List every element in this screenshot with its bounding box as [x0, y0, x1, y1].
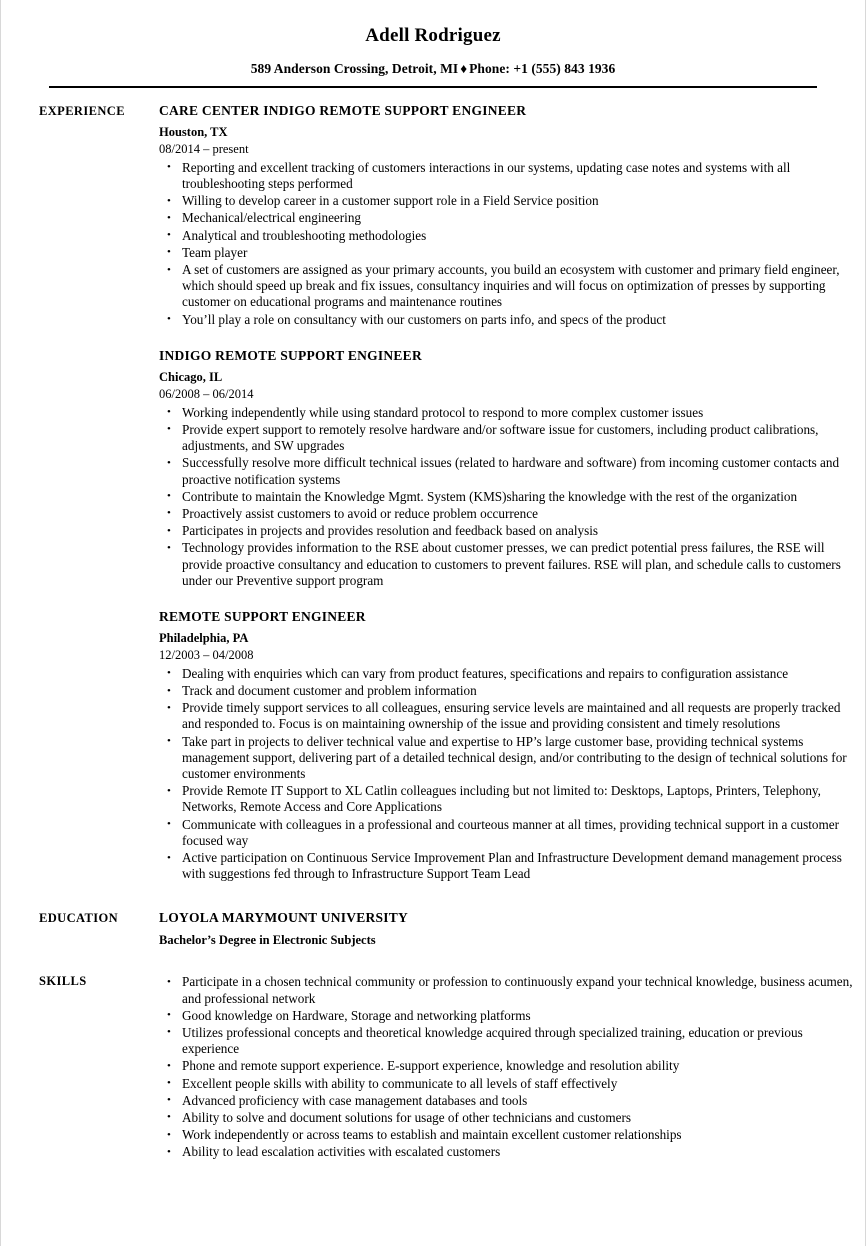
- experience-section: EXPERIENCE CARE CENTER INDIGO REMOTE SUP…: [1, 103, 865, 883]
- bullet-item: Communicate with colleagues in a profess…: [159, 816, 853, 849]
- job-bullets: Working independently while using standa…: [159, 404, 853, 589]
- job-title: CARE CENTER INDIGO REMOTE SUPPORT ENGINE…: [159, 102, 527, 118]
- job-title: REMOTE SUPPORT ENGINEER: [159, 608, 366, 624]
- experience-body: CARE CENTER INDIGO REMOTE SUPPORT ENGINE…: [159, 103, 853, 883]
- skills-bullets: Participate in a chosen technical commun…: [159, 974, 853, 1161]
- bullet-item: Provide timely support services to all c…: [159, 700, 853, 732]
- job-dates: 12/2003 – 04/2008: [159, 647, 254, 662]
- candidate-contact-line: 589 Anderson Crossing, Detroit, MI ♦ Phone…: [1, 61, 865, 77]
- skills-body: Participate in a chosen technical commun…: [159, 973, 853, 1161]
- job-entry: CARE CENTER INDIGO REMOTE SUPPORT ENGINE…: [159, 103, 853, 328]
- section-label-education: EDUCATION: [39, 911, 119, 926]
- bullet-item: Ability to lead escalation activities wi…: [159, 1144, 853, 1161]
- bullet-item: A set of customers are assigned as your …: [159, 262, 853, 311]
- bullet-item: Proactively assist customers to avoid or…: [159, 505, 853, 522]
- job-title: INDIGO REMOTE SUPPORT ENGINEER: [159, 347, 422, 363]
- bullet-item: Successfully resolve more difficult tech…: [159, 455, 853, 487]
- bullet-item: Mechanical/electrical engineering: [159, 210, 853, 227]
- bullet-item: Excellent people skills with ability to …: [159, 1075, 853, 1092]
- skills-section: SKILLS Participate in a chosen technical…: [1, 973, 865, 1161]
- bullet-item: Participate in a chosen technical commun…: [159, 974, 853, 1006]
- job-dates: 08/2014 – present: [159, 141, 249, 156]
- candidate-name: Adell Rodriguez: [365, 25, 501, 46]
- bullet-item: Take part in projects to deliver technic…: [159, 733, 853, 783]
- candidate-phone: Phone: +1 (555) 843 1936: [469, 60, 616, 76]
- section-label-skills: SKILLS: [39, 974, 87, 989]
- section-label-experience: EXPERIENCE: [39, 103, 125, 118]
- job-bullets: Reporting and excellent tracking of cust…: [159, 159, 853, 328]
- bullet-item: Provide expert support to remotely resol…: [159, 421, 853, 454]
- bullet-item: Willing to develop career in a customer …: [159, 193, 853, 210]
- bullet-item: Ability to solve and document solutions …: [159, 1109, 853, 1126]
- education-section: EDUCATION LOYOLA MARYMOUNT UNIVERSITY Ba…: [1, 910, 865, 947]
- bullet-item: Good knowledge on Hardware, Storage and …: [159, 1007, 853, 1024]
- job-location: Philadelphia, PA: [159, 631, 249, 646]
- education-school: LOYOLA MARYMOUNT UNIVERSITY: [159, 910, 409, 926]
- candidate-address: 589 Anderson Crossing, Detroit, MI: [250, 60, 459, 76]
- job-dates: 06/2008 – 06/2014: [159, 386, 254, 401]
- bullet-item: Work independently or across teams to es…: [159, 1127, 853, 1144]
- bullet-item: Active participation on Continuous Servi…: [159, 850, 853, 882]
- resume-page: Adell Rodriguez 589 Anderson Crossing, D…: [0, 0, 866, 1246]
- bullet-item: Participates in projects and provides re…: [159, 523, 853, 540]
- bullet-item: Track and document customer and problem …: [159, 683, 853, 700]
- bullet-item: Dealing with enquiries which can vary fr…: [159, 665, 853, 682]
- bullet-item: Provide Remote IT Support to XL Catlin c…: [159, 783, 853, 815]
- header-divider: [49, 85, 817, 88]
- diamond-separator-icon: ♦: [460, 60, 468, 76]
- bullet-item: Advanced proficiency with case managemen…: [159, 1092, 853, 1109]
- bullet-item: Contribute to maintain the Knowledge Mgm…: [159, 488, 853, 505]
- job-location: Chicago, IL: [159, 370, 223, 385]
- job-bullets: Dealing with enquiries which can vary fr…: [159, 665, 853, 883]
- job-entry: INDIGO REMOTE SUPPORT ENGINEER Chicago, …: [159, 348, 853, 589]
- bullet-item: You’ll play a role on consultancy with o…: [159, 311, 853, 328]
- resume-header: Adell Rodriguez 589 Anderson Crossing, D…: [1, 0, 865, 88]
- bullet-item: Analytical and troubleshooting methodolo…: [159, 227, 853, 244]
- bullet-item: Reporting and excellent tracking of cust…: [159, 159, 853, 192]
- education-body: LOYOLA MARYMOUNT UNIVERSITY Bachelor’s D…: [159, 910, 853, 947]
- bullet-item: Working independently while using standa…: [159, 404, 853, 421]
- bullet-item: Team player: [159, 244, 853, 261]
- job-entry: REMOTE SUPPORT ENGINEER Philadelphia, PA…: [159, 609, 853, 883]
- job-location: Houston, TX: [159, 125, 228, 140]
- bullet-item: Utilizes professional concepts and theor…: [159, 1024, 853, 1057]
- bullet-item: Technology provides information to the R…: [159, 540, 853, 589]
- bullet-item: Phone and remote support experience. E-s…: [159, 1058, 853, 1075]
- education-degree: Bachelor’s Degree in Electronic Subjects: [159, 932, 376, 947]
